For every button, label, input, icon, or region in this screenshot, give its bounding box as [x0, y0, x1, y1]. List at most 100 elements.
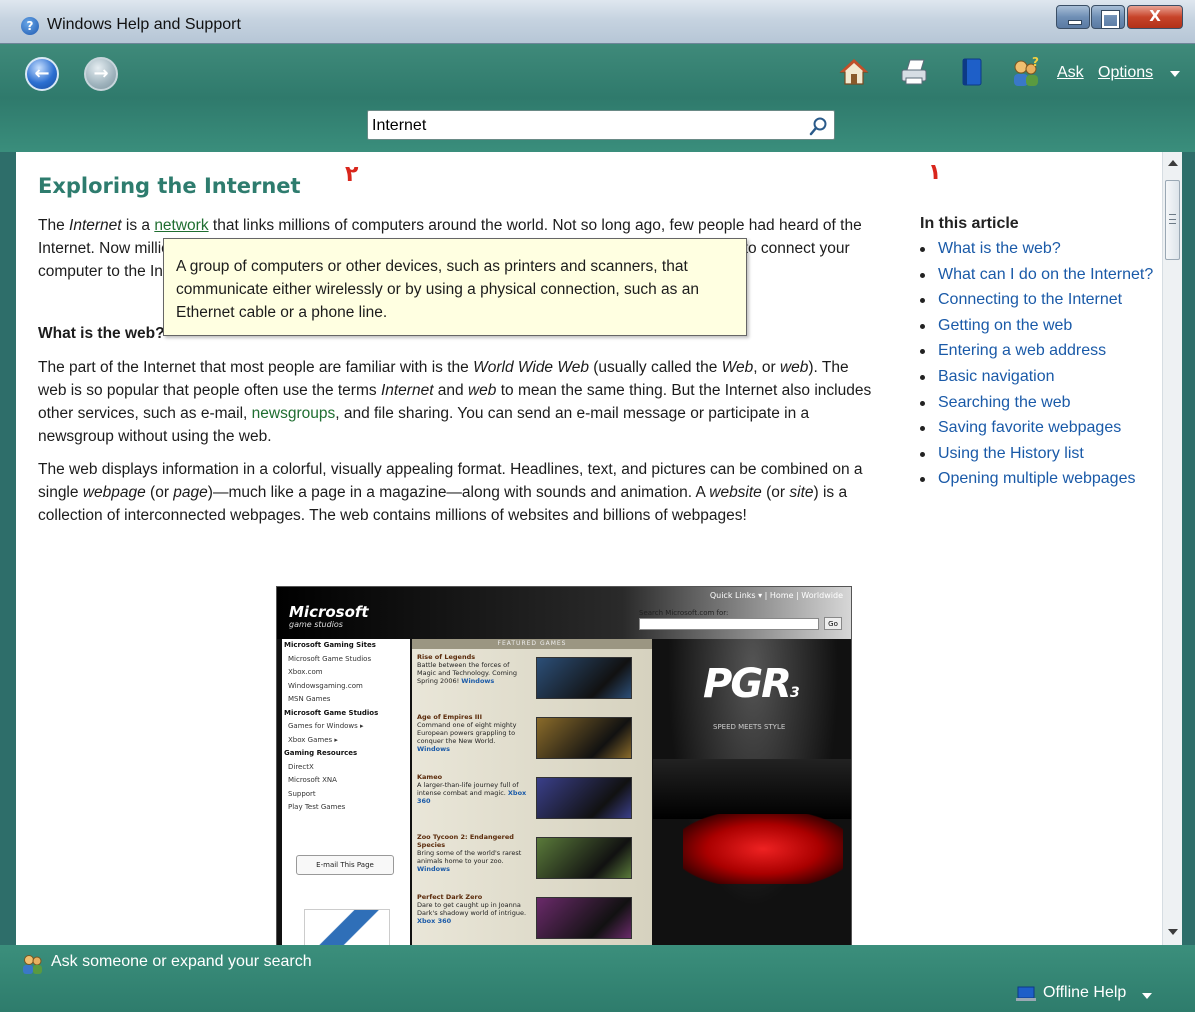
forward-button[interactable]: → [84, 57, 118, 91]
toolbar: ← → ? Ask Options [0, 44, 1195, 152]
scroll-down-icon[interactable] [1168, 929, 1178, 935]
toc-link[interactable]: Saving favorite webpages [938, 419, 1121, 436]
print-icon[interactable] [898, 56, 930, 88]
search-input[interactable] [372, 115, 792, 137]
ss-nav-item: MSN Games [288, 695, 331, 703]
article-pane: ٢ ١ Exploring the Internet The Internet … [16, 152, 1178, 945]
ss-nav-heading: Microsoft Game Studios [284, 708, 379, 717]
minimize-button[interactable] [1056, 5, 1090, 29]
toc-item[interactable]: Using the History list [920, 443, 1160, 466]
window-title: Windows Help and Support [47, 16, 241, 33]
ss-game-desc: Command one of eight mighty European pow… [417, 721, 517, 745]
embedded-webpage-screenshot: Quick Links ▾ | Home | Worldwide Microso… [276, 586, 852, 945]
ss-graphic [304, 909, 390, 945]
toc-link[interactable]: Entering a web address [938, 342, 1106, 359]
scrollbar-thumb[interactable] [1165, 180, 1180, 260]
ask-someone-link[interactable]: Ask someone or expand your search [51, 953, 312, 971]
grip-icon [1169, 214, 1176, 224]
options-menu[interactable]: Options [1098, 64, 1153, 82]
annotation-marker-1: ١ [928, 160, 942, 185]
vertical-scrollbar[interactable] [1162, 152, 1182, 945]
ss-go-button: Go [824, 617, 842, 630]
in-this-article-list: What is the web? What can I do on the Int… [920, 238, 1160, 494]
ss-pgr-banner: PGR3 SPEED MEETS STYLE [653, 639, 851, 945]
ss-nav-item: Windowsgaming.com [288, 681, 363, 690]
ss-game-desc: Dare to get caught up in Joanna Dark's s… [417, 901, 527, 917]
search-box [367, 110, 835, 140]
toc-link[interactable]: Searching the web [938, 394, 1071, 411]
toc-item[interactable]: Getting on the web [920, 315, 1160, 338]
ss-nav-item: Xbox.com [288, 668, 323, 676]
ss-game-thumbnail [536, 717, 632, 759]
ss-game-thumbnail [536, 657, 632, 699]
ss-nav-item: Microsoft Game Studios [288, 654, 372, 663]
ss-nav-heading: Microsoft Gaming Sites [284, 641, 376, 649]
toc-item[interactable]: Basic navigation [920, 366, 1160, 389]
ss-search-box [639, 618, 819, 630]
ss-quick-links: Quick Links ▾ | Home | Worldwide [709, 591, 843, 600]
ask-link[interactable]: Ask [1057, 64, 1084, 82]
ss-nav-item: Support [288, 789, 316, 798]
browse-help-icon[interactable] [956, 56, 988, 88]
offline-help-menu[interactable]: Offline Help [1043, 984, 1126, 1002]
back-arrow-icon: ← [34, 63, 50, 84]
paragraph-web: The part of the Internet that most peopl… [38, 359, 872, 445]
ss-featured-games: FEATURED GAMES Rise of Legends Battle bet… [412, 639, 652, 945]
toc-link[interactable]: Opening multiple webpages [938, 470, 1135, 487]
ask-someone-icon [23, 955, 42, 974]
svg-text:?: ? [1032, 56, 1039, 69]
ss-search-label: Search Microsoft.com for: [639, 609, 729, 617]
toc-item[interactable]: What is the web? [920, 238, 1160, 261]
toc-item[interactable]: Searching the web [920, 392, 1160, 415]
ss-game-desc: A larger-than-life journey full of inten… [417, 781, 519, 797]
toc-item[interactable]: Entering a web address [920, 340, 1160, 363]
ss-nav-item: Play Test Games [288, 803, 346, 811]
toc-item[interactable]: What can I do on the Internet? [920, 264, 1160, 287]
back-button[interactable]: ← [25, 57, 59, 91]
toc-item[interactable]: Connecting to the Internet [920, 289, 1160, 312]
ss-nav-item: Xbox Games ▸ [288, 735, 338, 744]
close-button[interactable] [1127, 5, 1183, 29]
toc-link[interactable]: Basic navigation [938, 368, 1055, 385]
ss-pgr-tagline: SPEED MEETS STYLE [713, 723, 786, 731]
ss-featured-header: FEATURED GAMES [412, 639, 652, 649]
chevron-down-icon[interactable] [1170, 71, 1180, 77]
chevron-down-icon[interactable] [1142, 993, 1152, 999]
ss-game-thumbnail [536, 897, 632, 939]
toc-link[interactable]: Getting on the web [938, 317, 1072, 334]
ask-icon[interactable]: ? [1010, 56, 1042, 88]
ss-nav-item: Microsoft XNA [288, 776, 337, 784]
ss-game-title: Age of Empires III [417, 713, 483, 721]
ss-game-platform: Windows [461, 677, 495, 685]
toc-link[interactable]: Connecting to the Internet [938, 291, 1122, 308]
ss-game-platform: Xbox 360 [417, 917, 452, 925]
ss-game-entry: Perfect Dark Zero Dare to get caught up i… [417, 893, 527, 925]
ss-header: Quick Links ▾ | Home | Worldwide Microso… [277, 587, 851, 639]
status-bar: Ask someone or expand your search Offlin… [0, 945, 1195, 1012]
ss-nav-item: DirectX [288, 762, 314, 771]
ss-game-title: Perfect Dark Zero [417, 893, 483, 901]
ss-game-entry: Zoo Tycoon 2: Endangered Species Bring so… [417, 833, 527, 873]
paragraph-webpages: The web displays information in a colorf… [38, 461, 863, 524]
ss-game-platform: Windows [417, 745, 451, 753]
article-title: Exploring the Internet [38, 174, 301, 198]
ss-email-button: E-mail This Page [296, 855, 394, 875]
newsgroups-link[interactable]: newsgroups [252, 405, 336, 422]
home-icon[interactable] [838, 56, 870, 88]
ss-game-platform: Windows [417, 865, 451, 873]
ss-game-entry: Kameo A larger-than-life journey full of … [417, 773, 527, 805]
ss-game-title: Zoo Tycoon 2: Endangered Species [417, 833, 514, 849]
maximize-button[interactable] [1091, 5, 1125, 29]
toc-link[interactable]: What can I do on the Internet? [938, 266, 1153, 283]
ss-nav-heading: Gaming Resources [284, 749, 358, 757]
toc-link[interactable]: What is the web? [938, 240, 1061, 257]
toc-link[interactable]: Using the History list [938, 445, 1084, 462]
toc-item[interactable]: Saving favorite webpages [920, 417, 1160, 440]
ss-logo: Microsoft [289, 603, 369, 621]
ss-game-desc: Bring some of the world's rarest animals… [417, 849, 522, 865]
scroll-up-icon[interactable] [1168, 160, 1178, 166]
network-link[interactable]: network [154, 217, 208, 234]
search-icon[interactable] [808, 115, 830, 137]
toc-item[interactable]: Opening multiple webpages [920, 468, 1160, 491]
ss-nav-item: Games for Windows ▸ [288, 722, 364, 730]
